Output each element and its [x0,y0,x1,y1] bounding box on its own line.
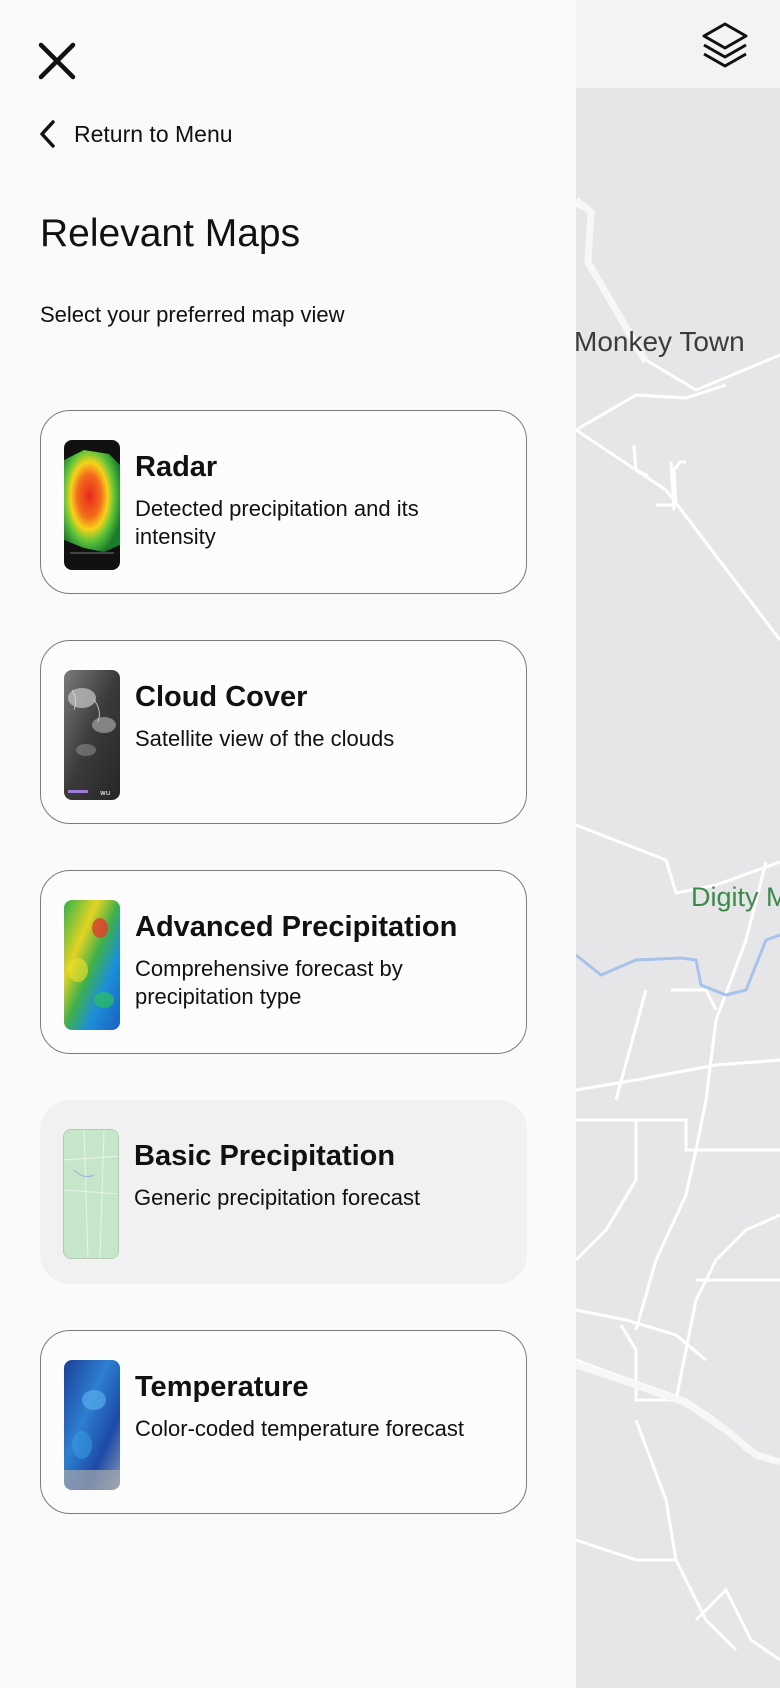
map-option-temperature[interactable]: Temperature Color-coded temperature fore… [40,1330,527,1514]
map-option-basic-precipitation[interactable]: Basic Precipitation Generic precipitatio… [40,1100,527,1284]
return-to-menu-link[interactable]: Return to Menu [38,116,233,152]
map-option-description: Satellite view of the clouds [135,726,395,751]
layers-button[interactable] [697,16,753,72]
radar-thumbnail [64,440,120,570]
layers-icon [702,22,748,68]
close-icon [38,42,76,80]
map-option-cloud-cover[interactable]: wu Cloud Cover Satellite view of the clo… [40,640,527,824]
map-roads [576,197,780,1662]
map-option-description: Generic precipitation forecast [134,1185,421,1210]
map-view[interactable]: Monkey Town Digity M [576,0,780,1688]
map-place-label: Monkey Town [576,326,745,357]
map-option-description: Detected precipitation and its intensity [135,496,419,549]
page-subtitle: Select your preferred map view [40,302,345,327]
map-option-title: Radar [135,451,218,483]
svg-text:wu: wu [100,789,110,797]
map-option-title: Temperature [135,1371,309,1403]
map-option-radar[interactable]: Radar Detected precipitation and its int… [40,410,527,594]
map-option-title: Basic Precipitation [134,1140,396,1172]
map-option-description: Color-coded temperature forecast [135,1416,464,1441]
basic-precipitation-thumbnail [63,1129,119,1259]
map-selection-drawer: Return to Menu Relevant Maps Select your… [0,0,576,1688]
map-place-label: Digity M [691,882,780,912]
map-option-advanced-precipitation[interactable]: Advanced Precipitation Comprehensive for… [40,870,527,1054]
temperature-thumbnail [64,1360,120,1490]
close-button[interactable] [36,40,78,82]
return-to-menu-label: Return to Menu [74,120,233,147]
map-option-description: Comprehensive forecast by precipitation … [135,956,403,1009]
page-title: Relevant Maps [40,212,301,255]
map-option-title: Advanced Precipitation [135,911,458,943]
cloud-cover-thumbnail: wu [64,670,120,800]
advanced-precipitation-thumbnail [64,900,120,1030]
map-option-title: Cloud Cover [135,681,308,713]
chevron-left-icon [40,120,55,148]
